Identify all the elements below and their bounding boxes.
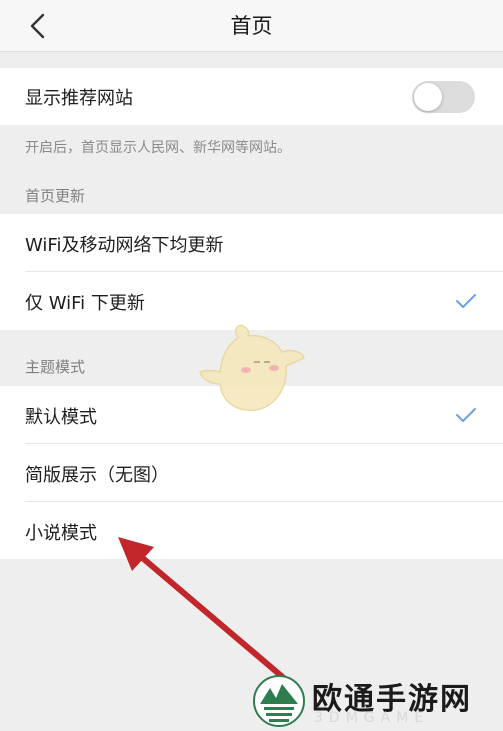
recommend-label: 显示推荐网站 (25, 88, 133, 109)
checkmark-icon (456, 408, 476, 422)
option-label: WiFi及移动网络下均更新 (25, 235, 224, 256)
mascot-watermark-icon (199, 324, 305, 411)
option-label: 简版展示（无图） (25, 465, 169, 486)
recommend-row[interactable]: 显示推荐网站 (0, 68, 503, 125)
recommend-toggle[interactable] (412, 81, 475, 113)
nav-bar: 首页 (0, 0, 503, 52)
page-title: 首页 (230, 14, 273, 38)
checkmark-icon (456, 294, 476, 308)
watermark: 欧通手游网 3DMGAME (252, 672, 502, 730)
theme-option-simple[interactable]: 简版展示（无图） (0, 444, 503, 502)
toggle-knob (414, 83, 442, 111)
update-option-wifi-mobile[interactable]: WiFi及移动网络下均更新 (0, 214, 503, 272)
option-label: 默认模式 (25, 407, 97, 428)
watermark-subtext: 3DMGAME (314, 710, 430, 726)
option-label: 小说模式 (25, 523, 97, 544)
watermark-logo-icon (253, 675, 305, 727)
annotation-arrow-icon (118, 537, 295, 688)
section-title-theme: 主题模式 (25, 358, 86, 376)
recommend-hint: 开启后，首页显示人民网、新华网等网站。 (25, 140, 291, 156)
section-title-update: 首页更新 (25, 187, 86, 205)
option-label: 仅 WiFi 下更新 (25, 293, 145, 314)
